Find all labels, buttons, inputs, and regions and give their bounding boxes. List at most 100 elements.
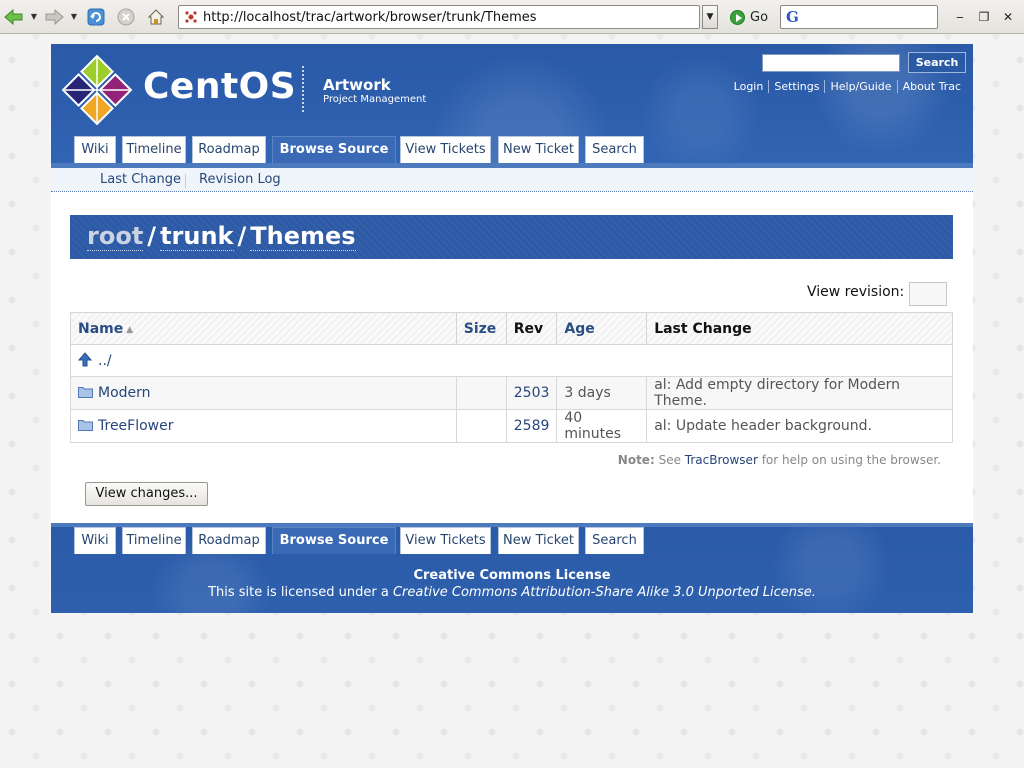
breadcrumb-slash: / xyxy=(237,222,247,250)
url-bar[interactable] xyxy=(178,5,700,29)
footer-navigation: Wiki Timeline Roadmap Browse Source View… xyxy=(51,527,973,557)
go-icon xyxy=(730,9,745,25)
table-row: TreeFlower 2589 40 minutes al: Update he… xyxy=(70,409,953,443)
ctxtnav-separator xyxy=(185,174,186,188)
path-title-bar: root / trunk / Themes xyxy=(70,215,953,259)
home-icon[interactable] xyxy=(146,7,166,27)
footer-tab-wiki[interactable]: Wiki xyxy=(74,527,116,554)
directory-listing: Name ▲ Size Rev Age Last Change ../ Moder… xyxy=(70,312,953,443)
name-cell: TreeFlower xyxy=(70,409,457,443)
go-button[interactable]: Go xyxy=(730,8,768,26)
breadcrumb-slash: / xyxy=(147,222,157,250)
site-search-button[interactable]: Search xyxy=(908,52,966,73)
search-engine-icon[interactable]: G xyxy=(786,8,799,26)
browser-toolbar: ▼ ▼ ▼ Go G ‒ ❐ ✕ xyxy=(0,0,1024,34)
rev-link[interactable]: 2503 xyxy=(514,385,550,401)
name-cell: Modern xyxy=(70,376,457,410)
forward-icon[interactable] xyxy=(44,7,64,27)
rev-link[interactable]: 2589 xyxy=(514,418,550,434)
meta-navigation: Login Settings Help/Guide About Trac xyxy=(729,80,966,93)
license-link[interactable]: Creative Commons Attribution-Share Alike… xyxy=(393,585,816,600)
note-pre: See xyxy=(658,453,681,467)
size-cell xyxy=(455,409,507,443)
footer: Wiki Timeline Roadmap Browse Source View… xyxy=(51,523,973,613)
tab-timeline[interactable]: Timeline xyxy=(122,136,186,163)
license-text: This site is licensed under a Creative C… xyxy=(51,585,973,600)
breadcrumb-root[interactable]: root xyxy=(87,222,144,251)
change-cell: al: Update header background. xyxy=(646,409,953,443)
back-icon[interactable] xyxy=(4,7,24,27)
column-header-last-change: Last Change xyxy=(646,312,953,345)
column-header-rev: Rev xyxy=(505,312,558,345)
footer-tab-roadmap[interactable]: Roadmap xyxy=(192,527,266,554)
tab-roadmap[interactable]: Roadmap xyxy=(192,136,266,163)
tab-new-ticket[interactable]: New Ticket xyxy=(498,136,579,163)
url-history-dropdown[interactable]: ▼ xyxy=(702,5,718,29)
tab-view-tickets[interactable]: View Tickets xyxy=(400,136,491,163)
tab-search[interactable]: Search xyxy=(585,136,644,163)
help-note: Note: See TracBrowser for help on using … xyxy=(618,453,941,467)
project-name: Artwork xyxy=(323,76,391,94)
age-cell: 40 minutes xyxy=(556,409,647,443)
rev-cell: 2503 xyxy=(505,376,557,410)
dir-link[interactable]: Modern xyxy=(98,385,151,401)
note-label: Note: xyxy=(617,453,655,467)
minimize-icon[interactable]: ‒ xyxy=(952,9,968,25)
footer-tab-search[interactable]: Search xyxy=(585,527,644,554)
view-changes-button[interactable]: View changes... xyxy=(85,482,208,506)
metanav-about-trac[interactable]: About Trac xyxy=(896,80,966,93)
context-navigation: Last Change Revision Log xyxy=(51,168,973,192)
last-change-link[interactable]: Last Change xyxy=(100,172,181,187)
view-revision-input[interactable] xyxy=(909,282,947,306)
site-favicon-icon xyxy=(184,10,198,24)
back-history-dropdown[interactable]: ▼ xyxy=(29,10,39,24)
footer-tab-browse-source[interactable]: Browse Source xyxy=(272,527,396,554)
footer-tab-view-tickets[interactable]: View Tickets xyxy=(400,527,491,554)
license-title: Creative Commons License xyxy=(413,568,611,583)
forward-history-dropdown[interactable]: ▼ xyxy=(69,10,79,24)
url-input[interactable] xyxy=(203,8,693,26)
stop-icon[interactable] xyxy=(116,7,136,27)
table-header-row: Name ▲ Size Rev Age Last Change xyxy=(70,312,953,345)
logo-wordmark[interactable]: CentOS xyxy=(143,66,296,107)
restore-icon[interactable]: ❐ xyxy=(976,9,992,25)
main-navigation: Wiki Timeline Roadmap Browse Source View… xyxy=(51,136,973,166)
column-header-size[interactable]: Size xyxy=(455,312,507,345)
reload-icon[interactable] xyxy=(86,7,106,27)
metanav-login[interactable]: Login xyxy=(729,80,769,93)
table-row-parent: ../ xyxy=(70,344,953,377)
logo-separator xyxy=(302,66,304,112)
parent-dir-link[interactable]: ../ xyxy=(98,353,112,369)
table-row: Modern 2503 3 days al: Add empty directo… xyxy=(70,376,953,410)
view-revision-label: View revision: xyxy=(807,284,905,300)
folder-icon xyxy=(78,387,93,398)
metanav-settings[interactable]: Settings xyxy=(768,80,824,93)
breadcrumb: root / trunk / Themes xyxy=(87,222,356,251)
column-header-age[interactable]: Age xyxy=(556,312,648,345)
note-post: for help on using the browser. xyxy=(761,453,941,467)
tab-browse-source[interactable]: Browse Source xyxy=(272,136,396,163)
tab-wiki[interactable]: Wiki xyxy=(74,136,116,163)
up-arrow-icon[interactable] xyxy=(78,352,92,367)
trac-browser-link[interactable]: TracBrowser xyxy=(685,453,758,467)
breadcrumb-trunk[interactable]: trunk xyxy=(160,222,234,251)
footer-tab-timeline[interactable]: Timeline xyxy=(122,527,186,554)
project-subtitle: Project Management xyxy=(323,94,427,105)
sort-ascending-icon: ▲ xyxy=(126,324,134,335)
footer-tab-new-ticket[interactable]: New Ticket xyxy=(498,527,579,554)
close-icon[interactable]: ✕ xyxy=(1000,9,1016,25)
change-cell: al: Add empty directory for Modern Theme… xyxy=(646,376,953,410)
revision-log-link[interactable]: Revision Log xyxy=(199,172,281,187)
metanav-help-guide[interactable]: Help/Guide xyxy=(824,80,896,93)
trac-page: CentOS Artwork Project Management Search… xyxy=(51,44,973,613)
age-cell: 3 days xyxy=(556,376,647,410)
breadcrumb-current[interactable]: Themes xyxy=(250,222,356,251)
go-label: Go xyxy=(750,9,769,25)
dir-link[interactable]: TreeFlower xyxy=(98,418,174,434)
column-header-name[interactable]: Name ▲ xyxy=(70,312,457,345)
web-search-field[interactable]: G xyxy=(780,5,938,29)
centos-logo-icon[interactable] xyxy=(61,54,133,126)
header-banner: CentOS Artwork Project Management Search… xyxy=(51,44,973,163)
rev-cell: 2589 xyxy=(505,409,557,443)
site-search-input[interactable] xyxy=(762,54,900,72)
